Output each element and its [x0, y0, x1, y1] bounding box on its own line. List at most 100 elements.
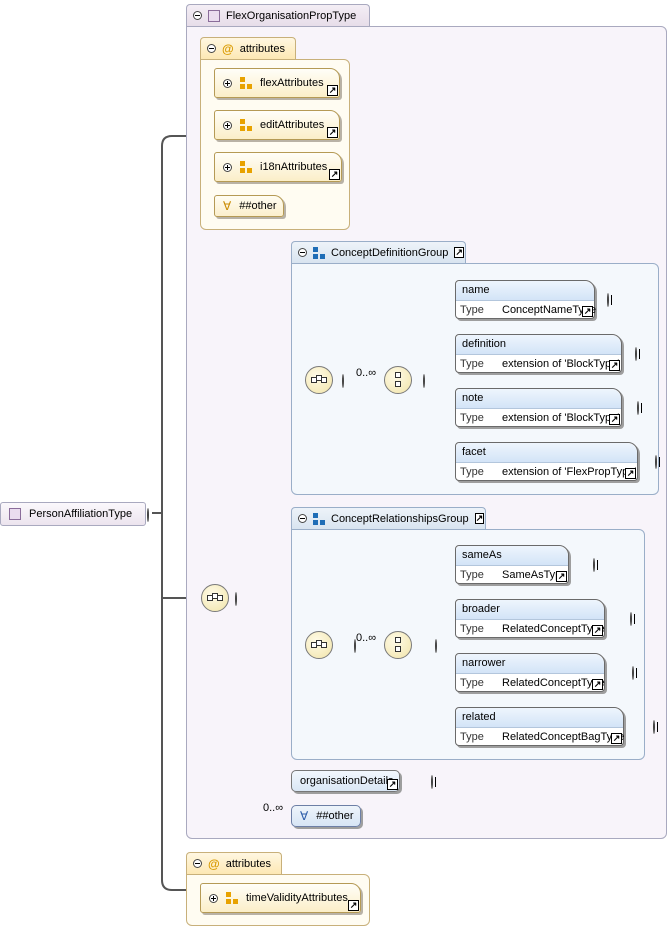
- attribute-group-icon: [240, 161, 252, 173]
- expand-icon[interactable]: [632, 666, 634, 680]
- choice-compositor[interactable]: [384, 631, 412, 659]
- expand-icon[interactable]: [607, 293, 609, 307]
- collapse-group-icon[interactable]: [298, 514, 307, 523]
- link-arrow-icon[interactable]: ↗: [609, 360, 620, 371]
- attribute-group-i18nattributes[interactable]: i18nAttributes ↗: [214, 152, 342, 182]
- element-narrower[interactable]: narrower Type RelatedConceptType ↗: [455, 653, 605, 692]
- link-arrow-icon[interactable]: ↗: [556, 571, 567, 582]
- any-element-label: ##other: [316, 810, 354, 822]
- attribute-group-editattributes[interactable]: editAttributes ↗: [214, 110, 340, 140]
- attribute-group-icon: [226, 892, 238, 904]
- any-attribute[interactable]: ∀ ##other: [214, 195, 284, 217]
- type-label: Type: [460, 569, 484, 581]
- link-arrow-icon[interactable]: ↗: [329, 169, 340, 180]
- sequence-icon: [311, 375, 327, 385]
- group-tab-concept-relationships[interactable]: ConceptRelationshipsGroup ↗: [291, 507, 486, 529]
- collapse-attributes-icon[interactable]: [207, 44, 216, 53]
- expand-icon[interactable]: [653, 720, 655, 734]
- element-type: RelatedConceptBagType: [502, 731, 625, 743]
- attribute-group-icon: [240, 119, 252, 131]
- type-label: Type: [460, 358, 484, 370]
- sequence-icon: [311, 640, 327, 650]
- expand-icon[interactable]: [223, 120, 232, 130]
- sequence-compositor[interactable]: [305, 631, 333, 659]
- link-arrow-icon[interactable]: ↗: [387, 779, 398, 790]
- attribute-group-flexattributes[interactable]: flexAttributes ↗: [214, 68, 340, 98]
- collapse-sequence-icon[interactable]: [342, 374, 344, 388]
- element-name-label: name: [456, 281, 594, 301]
- link-arrow-icon[interactable]: ↗: [474, 513, 485, 524]
- expand-icon[interactable]: [655, 455, 657, 469]
- attribute-at-icon: @: [208, 856, 220, 871]
- collapse-sequence-icon[interactable]: [235, 592, 237, 606]
- link-arrow-icon[interactable]: ↗: [592, 679, 603, 690]
- collapse-choice-icon[interactable]: [423, 374, 425, 388]
- any-element[interactable]: ∀ ##other: [291, 805, 361, 827]
- attribute-at-icon: @: [222, 41, 234, 56]
- expand-icon[interactable]: [637, 401, 639, 415]
- occurrence-label: 0..∞: [356, 367, 377, 379]
- collapse-group-icon[interactable]: [298, 248, 307, 257]
- any-attribute-label: ##other: [239, 200, 277, 212]
- element-organisationdetails[interactable]: organisationDetails ↗: [291, 770, 400, 792]
- group-name: ConceptDefinitionGroup: [331, 246, 449, 259]
- attribute-group-name: editAttributes: [260, 119, 325, 131]
- complex-type-icon: [9, 508, 21, 520]
- group-tab-concept-definition[interactable]: ConceptDefinitionGroup ↗: [291, 241, 466, 263]
- attribute-group-name: flexAttributes: [260, 77, 324, 89]
- sequence-compositor[interactable]: [305, 366, 333, 394]
- any-element-icon: ∀: [300, 809, 309, 823]
- link-arrow-icon[interactable]: ↗: [582, 306, 593, 317]
- element-definition[interactable]: definition Type extension of 'BlockType' …: [455, 334, 622, 373]
- group-icon: [313, 246, 325, 259]
- choice-compositor[interactable]: [384, 366, 412, 394]
- collapse-base-icon[interactable]: [193, 11, 202, 20]
- element-sameas[interactable]: sameAs Type SameAsType ↗: [455, 545, 569, 584]
- link-arrow-icon[interactable]: ↗: [625, 468, 636, 479]
- link-arrow-icon[interactable]: ↗: [327, 127, 338, 138]
- type-label: Type: [460, 466, 484, 478]
- link-arrow-icon[interactable]: ↗: [348, 900, 359, 911]
- element-name-label: related: [456, 708, 623, 728]
- expand-icon[interactable]: [223, 78, 232, 88]
- attribute-group-name: i18nAttributes: [260, 161, 328, 173]
- type-label: Type: [460, 731, 484, 743]
- expand-icon[interactable]: [223, 162, 232, 172]
- choice-icon: [391, 637, 405, 653]
- link-arrow-icon[interactable]: ↗: [609, 414, 620, 425]
- link-arrow-icon[interactable]: ↗: [592, 625, 603, 636]
- element-type: extension of 'BlockType': [502, 412, 620, 424]
- type-label: Type: [460, 304, 484, 316]
- element-note[interactable]: note Type extension of 'BlockType' ↗: [455, 388, 622, 427]
- any-attribute-icon: ∀: [223, 199, 232, 213]
- attribute-group-timevalidityattributes[interactable]: timeValidityAttributes ↗: [200, 883, 361, 913]
- type-label: Type: [460, 623, 484, 635]
- element-name[interactable]: name Type ConceptNameType ↗: [455, 280, 596, 319]
- complex-type-icon: [208, 9, 220, 22]
- expand-icon[interactable]: [431, 775, 433, 789]
- link-arrow-icon[interactable]: ↗: [611, 733, 622, 744]
- link-arrow-icon[interactable]: ↗: [454, 247, 464, 258]
- link-arrow-icon[interactable]: ↗: [327, 85, 338, 96]
- element-type: RelatedConceptType: [502, 677, 605, 689]
- expand-icon[interactable]: [593, 558, 595, 572]
- expand-icon[interactable]: [209, 893, 218, 903]
- collapse-choice-icon[interactable]: [435, 639, 437, 653]
- expand-icon[interactable]: [635, 347, 637, 361]
- attributes-tab[interactable]: @ attributes: [200, 37, 296, 59]
- type-label: Type: [460, 412, 484, 424]
- expand-icon[interactable]: [630, 612, 632, 626]
- base-type-tab[interactable]: FlexOrganisationPropType: [186, 4, 370, 26]
- sequence-compositor[interactable]: [201, 584, 229, 612]
- collapse-attributes-icon[interactable]: [193, 859, 202, 868]
- type-label: Type: [460, 677, 484, 689]
- collapse-root-icon[interactable]: [147, 508, 149, 522]
- element-facet[interactable]: facet Type extension of 'FlexPropType' ↗: [455, 442, 638, 481]
- choice-icon: [391, 372, 405, 388]
- root-type-box[interactable]: PersonAffiliationType: [0, 502, 146, 526]
- element-related[interactable]: related Type RelatedConceptBagType ↗: [455, 707, 624, 746]
- element-broader[interactable]: broader Type RelatedConceptType ↗: [455, 599, 605, 638]
- group-icon: [313, 512, 325, 525]
- occurrence-label: 0..∞: [356, 632, 377, 644]
- attributes-tab-2[interactable]: @ attributes: [186, 852, 282, 874]
